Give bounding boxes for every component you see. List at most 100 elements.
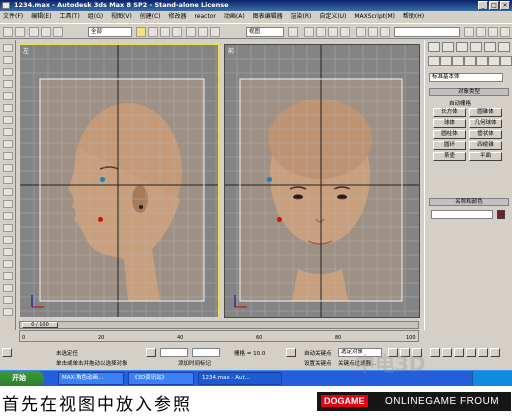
control-point-red-front[interactable]	[277, 217, 282, 222]
menu-create[interactable]: 创建(C)	[137, 12, 164, 22]
angle-snap-icon[interactable]	[316, 27, 326, 37]
pyramid-button[interactable]: 四棱锥	[469, 141, 502, 150]
track-bar[interactable]: 0 20 40 60 80 100	[19, 330, 419, 342]
start-button[interactable]: 开始	[0, 371, 44, 386]
minimize-button[interactable]: _	[478, 1, 488, 10]
window-crossing-icon[interactable]	[172, 27, 182, 37]
menu-edit[interactable]: 编辑(E)	[28, 12, 54, 22]
viewport-front[interactable]: 前	[224, 44, 420, 318]
tool-icon-15[interactable]	[3, 212, 13, 220]
control-point-blue[interactable]	[100, 177, 105, 182]
tool-icon-19[interactable]	[3, 260, 13, 268]
move-icon[interactable]	[186, 27, 196, 37]
select-object-icon[interactable]	[136, 27, 146, 37]
geosphere-button[interactable]: 几何球体	[469, 119, 502, 128]
maximize-viewport-icon[interactable]	[490, 348, 500, 357]
box-button[interactable]: 长方体	[433, 108, 466, 117]
object-name-input[interactable]	[431, 210, 493, 219]
reference-coordinate-select[interactable]: 视图	[246, 27, 284, 37]
redo-icon[interactable]	[15, 27, 25, 37]
zoom-icon[interactable]	[430, 348, 440, 357]
cameras-icon[interactable]	[464, 56, 476, 66]
select-by-name-icon[interactable]	[148, 27, 158, 37]
menu-rendering[interactable]: 渲染(R)	[288, 12, 315, 22]
lights-icon[interactable]	[452, 56, 464, 66]
menu-help[interactable]: 帮助(H)	[400, 12, 427, 22]
menu-views[interactable]: 视图(V)	[108, 12, 135, 22]
zoom-extents-icon[interactable]	[454, 348, 464, 357]
tool-icon-11[interactable]	[3, 164, 13, 172]
tool-icon-6[interactable]	[3, 104, 13, 112]
menu-reactor[interactable]: reactor	[191, 12, 219, 22]
time-slider[interactable]: 0 / 100	[19, 321, 419, 329]
sphere-button[interactable]: 球体	[433, 119, 466, 128]
bind-spacewarp-icon[interactable]	[53, 27, 63, 37]
set-key-button[interactable]: 设置关键点	[304, 359, 332, 367]
create-tab-icon[interactable]	[428, 42, 440, 52]
tool-icon-18[interactable]	[3, 248, 13, 256]
material-editor-icon[interactable]	[464, 27, 474, 37]
link-icon[interactable]	[29, 27, 39, 37]
autokey-button[interactable]: 自动关键点	[304, 349, 332, 357]
zoom-all-icon[interactable]	[442, 348, 452, 357]
tool-icon-9[interactable]	[3, 140, 13, 148]
menu-customize[interactable]: 自定义(U)	[316, 12, 349, 22]
lock-selection-icon[interactable]	[146, 348, 156, 357]
tool-icon-5[interactable]	[3, 92, 13, 100]
tool-icon-13[interactable]	[3, 188, 13, 196]
snap-icon[interactable]	[304, 27, 314, 37]
spacewarps-icon[interactable]	[488, 56, 500, 66]
menu-animation[interactable]: 动画(A)	[221, 12, 248, 22]
mirror-icon[interactable]	[356, 27, 366, 37]
primitive-type-select[interactable]: 标准基本体	[429, 73, 503, 82]
geometry-icon[interactable]	[428, 56, 440, 66]
torus-button[interactable]: 圆环	[433, 141, 466, 150]
time-slider-thumb[interactable]: 0 / 100	[22, 322, 58, 328]
x-coord-field[interactable]	[160, 348, 188, 357]
plane-button[interactable]: 平面	[469, 152, 502, 161]
menu-group[interactable]: 组(G)	[85, 12, 106, 22]
render-icon[interactable]	[500, 27, 510, 37]
percent-snap-icon[interactable]	[328, 27, 338, 37]
helpers-icon[interactable]	[476, 56, 488, 66]
tool-icon-10[interactable]	[3, 152, 13, 160]
tool-icon-3[interactable]	[3, 68, 13, 76]
menu-modifiers[interactable]: 修改器	[166, 12, 190, 22]
maximize-button[interactable]: □	[489, 1, 499, 10]
close-button[interactable]: ×	[500, 1, 510, 10]
tool-icon-17[interactable]	[3, 236, 13, 244]
modify-tab-icon[interactable]	[442, 42, 454, 52]
pivot-icon[interactable]	[288, 27, 298, 37]
align-icon[interactable]	[368, 27, 378, 37]
named-selection-select[interactable]	[394, 27, 460, 37]
y-coord-field[interactable]	[192, 348, 220, 357]
teapot-button[interactable]: 茶壶	[433, 152, 466, 161]
orbit-icon[interactable]	[478, 348, 488, 357]
shapes-icon[interactable]	[440, 56, 452, 66]
menu-file[interactable]: 文件(F)	[0, 12, 26, 22]
object-color-swatch[interactable]	[497, 210, 505, 219]
selection-filter-select[interactable]: 全部	[88, 27, 132, 37]
rectangular-region-icon[interactable]	[160, 27, 170, 37]
tool-icon-14[interactable]	[3, 200, 13, 208]
tool-icon-16[interactable]	[3, 224, 13, 232]
menu-maxscript[interactable]: MAXScript(M)	[351, 12, 398, 22]
cone-button[interactable]: 圆锥体	[469, 108, 502, 117]
render-setup-icon[interactable]	[476, 27, 486, 37]
spinner-snap-icon[interactable]	[340, 27, 350, 37]
add-time-tag[interactable]: 添加时间标记	[178, 359, 211, 367]
autogrid-label[interactable]: 自动栅格	[449, 99, 471, 107]
pan-icon[interactable]	[466, 348, 476, 357]
undo-icon[interactable]	[3, 27, 13, 37]
tool-icon-7[interactable]	[3, 116, 13, 124]
menu-graph-editors[interactable]: 图表编辑器	[250, 12, 286, 22]
taskbar-item-news[interactable]: 《3D资讯站》	[128, 372, 194, 385]
taskbar-item-3dsmax[interactable]: 1234.max - Aut...	[198, 372, 282, 385]
cylinder-button[interactable]: 圆柱体	[433, 130, 466, 139]
unlink-icon[interactable]	[41, 27, 51, 37]
systems-icon[interactable]	[500, 56, 512, 66]
control-point-red[interactable]	[98, 217, 103, 222]
name-color-rollout[interactable]: 名称和颜色	[429, 198, 509, 206]
menu-tools[interactable]: 工具(T)	[56, 12, 82, 22]
tube-button[interactable]: 管状体	[469, 130, 502, 139]
